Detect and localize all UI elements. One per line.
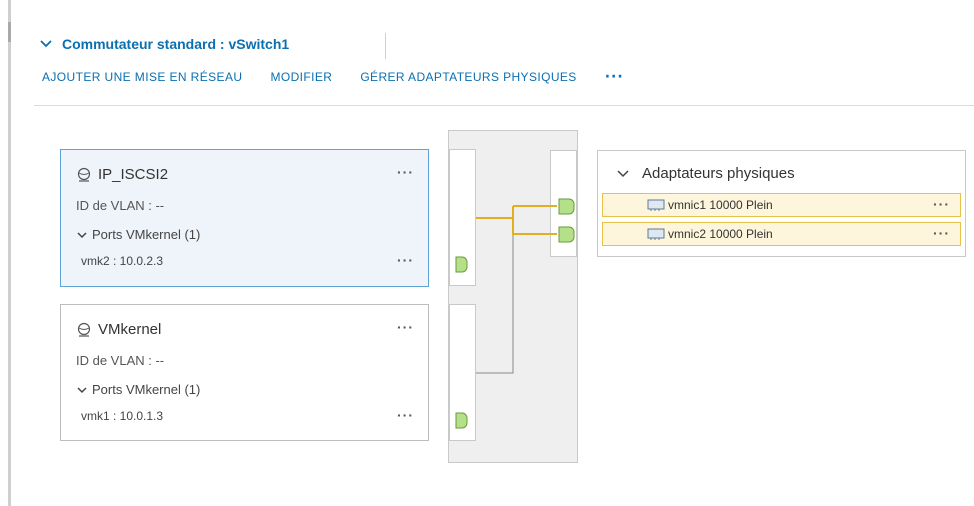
chevron-down-icon — [77, 231, 87, 238]
physical-adapter-label: vmnic1 10000 Plein — [668, 198, 773, 212]
uplink-port-2 — [558, 226, 575, 243]
port-more-button[interactable]: ··· — [397, 252, 414, 268]
portgroup-title-row: VMkernel — [76, 321, 161, 338]
uplink-port-1 — [558, 198, 575, 215]
portgroup-more-button[interactable]: ··· — [397, 164, 414, 180]
physical-adapter-label: vmnic2 10000 Plein — [668, 227, 773, 241]
chevron-down-icon — [77, 386, 87, 393]
portgroup-card-vmkernel[interactable]: VMkernel ··· ID de VLAN : -- Ports VMker… — [60, 304, 429, 441]
portgroup-name: IP_ISCSI2 — [98, 166, 169, 183]
portgroup-card-ip-iscsi2[interactable]: IP_ISCSI2 ··· ID de VLAN : -- Ports VMke… — [60, 149, 429, 287]
vmkernel-ports-label: Ports VMkernel (1) — [92, 382, 201, 397]
chevron-down-icon — [617, 169, 629, 177]
physical-adapter-vmnic2[interactable]: vmnic2 10000 Plein ··· — [602, 222, 961, 246]
portgroup-port-1 — [455, 256, 468, 273]
vlan-id: ID de VLAN : -- — [76, 353, 165, 368]
nic-card-icon — [647, 228, 665, 240]
vmkernel-port: vmk2 : 10.0.2.3 — [81, 254, 164, 268]
idle-wire — [476, 206, 514, 374]
adapter-more-button[interactable]: ··· — [933, 196, 950, 212]
physical-adapter-vmnic1[interactable]: vmnic1 10000 Plein ··· — [602, 193, 961, 217]
physical-adapters-card: Adaptateurs physiques vmnic1 10000 Plein… — [597, 150, 966, 257]
portgroup-title-row: IP_ISCSI2 — [76, 166, 168, 183]
physical-adapters-title: Adaptateurs physiques — [642, 165, 795, 182]
adapter-more-button[interactable]: ··· — [933, 225, 950, 241]
port-more-button[interactable]: ··· — [397, 407, 414, 423]
physical-adapters-toggle[interactable]: Adaptateurs physiques — [616, 165, 795, 182]
vlan-id: ID de VLAN : -- — [76, 198, 165, 213]
nic-card-icon — [647, 199, 665, 211]
network-globe-icon — [77, 167, 91, 182]
vmkernel-ports-toggle[interactable]: Ports VMkernel (1) — [76, 382, 200, 397]
network-globe-icon — [77, 322, 91, 337]
portgroup-port-2 — [455, 412, 468, 429]
portgroup-name: VMkernel — [98, 321, 162, 338]
vmkernel-port: vmk1 : 10.0.1.3 — [81, 409, 164, 423]
vmkernel-ports-toggle[interactable]: Ports VMkernel (1) — [76, 227, 200, 242]
active-wire — [476, 205, 557, 235]
portgroup-more-button[interactable]: ··· — [397, 319, 414, 335]
vmkernel-ports-label: Ports VMkernel (1) — [92, 227, 201, 242]
